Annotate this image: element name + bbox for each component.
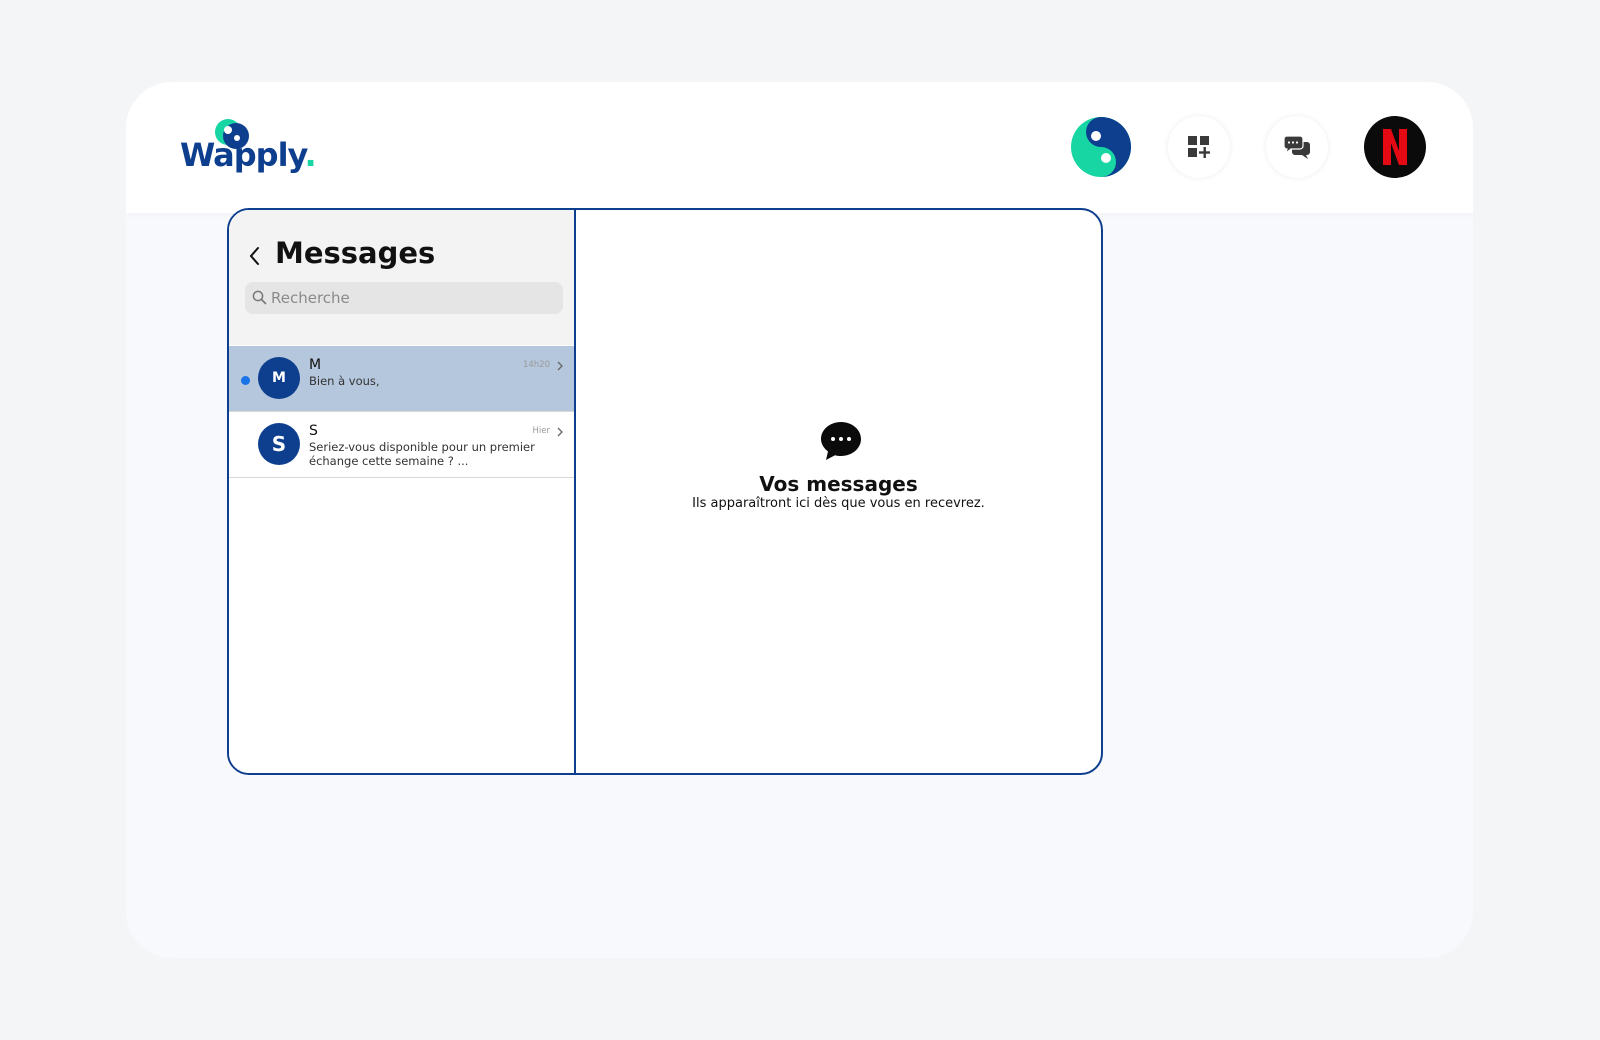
conversation-time: 14h20 (522, 360, 550, 370)
conversation-preview: Seriez-vous disponible pour un premier é… (309, 440, 535, 468)
unread-indicator (241, 376, 250, 385)
top-bar: Wapply. (126, 82, 1473, 213)
conversation-name: S (309, 423, 318, 439)
conversation-item[interactable]: S S Seriez-vous disponible pour un premi… (229, 412, 574, 478)
empty-message-view: Vos messages Ils apparaîtront ici dès qu… (576, 210, 1101, 773)
company-profile-button[interactable] (1364, 116, 1426, 178)
empty-state-subtitle: Ils apparaîtront ici dès que vous en rec… (692, 496, 985, 511)
conversation-list-header: Messages (229, 210, 574, 345)
wapply-brand-button[interactable] (1070, 116, 1132, 178)
avatar: S (258, 423, 300, 465)
back-chevron-icon[interactable] (249, 246, 261, 266)
conversation-item[interactable]: M M Bien à vous, 14h20 (229, 346, 574, 412)
conversation-preview: Bien à vous, (309, 374, 380, 388)
empty-state-title: Vos messages (759, 472, 918, 496)
grid-plus-icon (1188, 136, 1210, 158)
page-title: Messages (275, 236, 436, 270)
messenger-panel: Messages M M Bien à vous, 14h20 S S Seri… (227, 208, 1103, 775)
wapply-logo[interactable]: Wapply. (180, 116, 317, 178)
search-icon (252, 290, 267, 305)
conversation-list-pane: Messages M M Bien à vous, 14h20 S S Seri… (229, 210, 576, 773)
search-input[interactable] (245, 282, 563, 314)
chevron-right-icon (557, 427, 563, 437)
conversation-time: Hier (532, 426, 550, 436)
wapply-logo-icon (1071, 117, 1131, 177)
avatar: M (258, 357, 300, 399)
add-widget-button[interactable] (1168, 116, 1230, 178)
chat-bubbles-icon (1283, 135, 1310, 159)
chevron-right-icon (557, 361, 563, 371)
conversation-name: M (309, 357, 322, 373)
speech-bubble-icon (821, 422, 861, 460)
messages-button[interactable] (1266, 116, 1328, 178)
netflix-logo-icon (1383, 129, 1407, 165)
logo-text: Wapply. (180, 136, 317, 174)
